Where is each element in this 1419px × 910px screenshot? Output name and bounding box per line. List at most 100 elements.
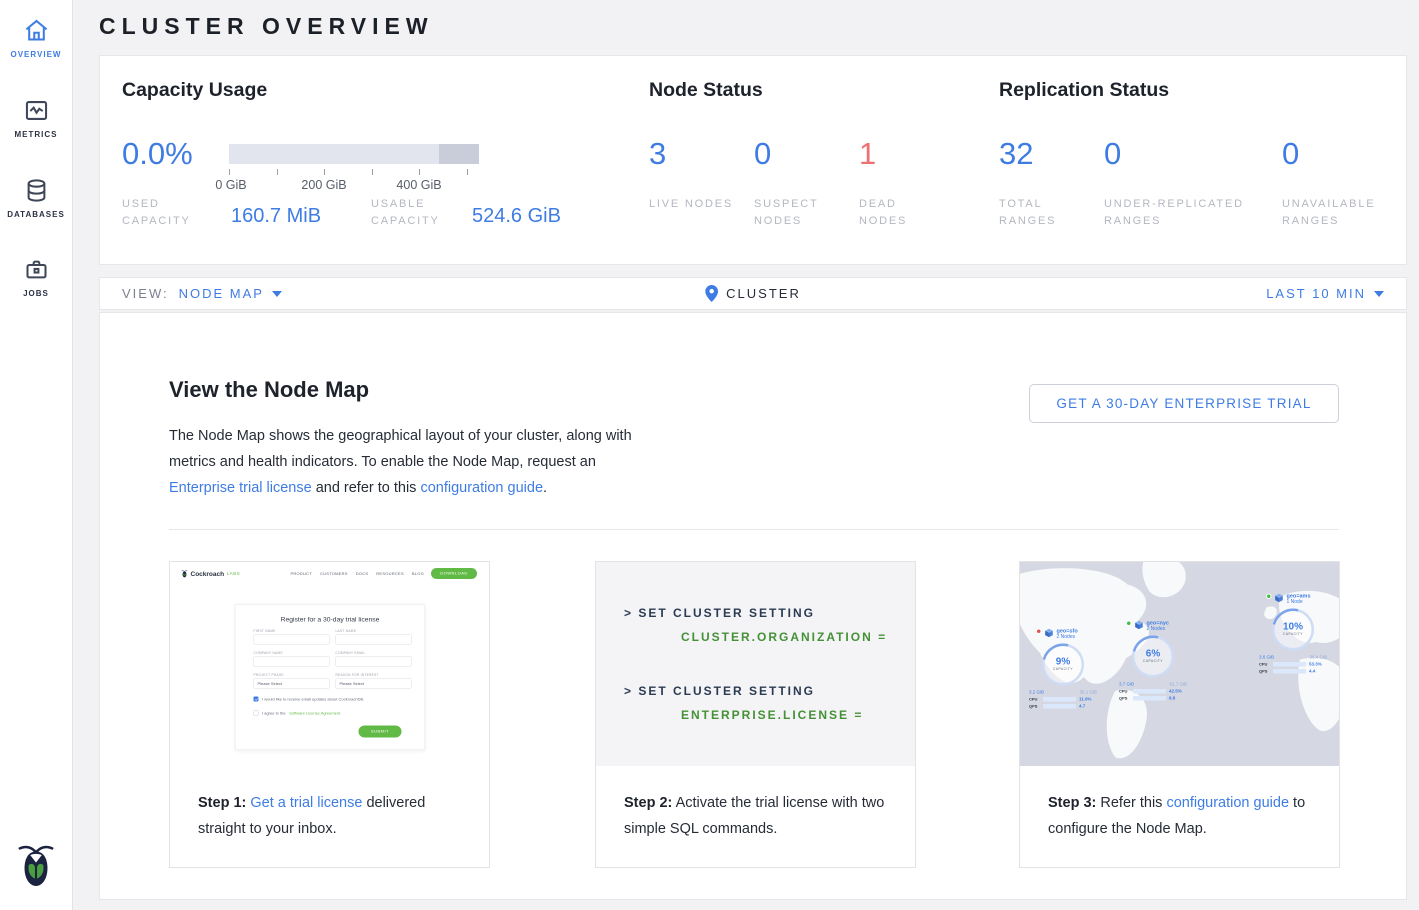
node-status-title: Node Status [649,79,763,102]
node-cube-icon [1044,628,1054,638]
status-dot-green [1266,594,1272,600]
under-replicated-ranges-value: 0 [1104,136,1121,172]
suspect-nodes-label: SUSPECT NODES [754,196,839,230]
usable-capacity-label: USABLE CAPACITY [371,196,456,230]
capacity-percent: 0.0% [122,136,193,172]
description-text: and refer to this [316,480,417,496]
capacity-bar [229,144,479,164]
get-trial-license-link[interactable]: Get a trial license [250,795,362,811]
capacity-usage-title: Capacity Usage [122,79,267,102]
step3-caption: Step 3: Refer this configuration guide t… [1020,766,1339,842]
step2-caption: Step 2: Activate the trial license with … [596,766,915,842]
sidebar-item-jobs[interactable]: JOBS [0,256,72,298]
sql-command: > SET CLUSTER SETTING [624,684,815,698]
status-dot-green [1126,621,1132,627]
node-map-panel: View the Node Map The Node Map shows the… [99,312,1407,900]
screenshot-checkbox-checked [254,697,259,702]
total-ranges-label: TOTAL RANGES [999,196,1084,230]
divider [169,529,1339,530]
view-label: VIEW: [122,286,169,301]
chevron-down-icon [1374,291,1384,297]
dead-nodes-label: DEAD NODES [859,196,944,230]
sidebar-item-metrics[interactable]: METRICS [0,97,72,139]
step1-screenshot: Cockroach LABS PRODUCTCUSTOMERSDOCSRESOU… [170,562,489,766]
capacity-bar-reserved-segment [439,144,479,164]
sql-command-arg: CLUSTER.ORGANIZATION = [681,630,887,644]
nodemap-widget-nyc: geo=nyc 2 Nodes 6% CAPACITY 3.7 GiB 61.7… [1119,620,1194,701]
sql-command: > SET CLUSTER SETTING [624,606,815,620]
step3-map-figure: geo=sfo 2 Nodes 9% CAPACITY 3.2 GiB 35.1… [1020,562,1339,766]
screenshot-download-button: DOWNLOAD [431,568,477,579]
cockroachdb-logo [15,839,57,892]
view-bar: VIEW: NODE MAP CLUSTER LAST 10 MIN [99,277,1407,310]
sidebar-item-label: OVERVIEW [0,50,72,59]
enterprise-trial-button[interactable]: GET A 30-DAY ENTERPRISE TRIAL [1029,384,1339,423]
map-pin-icon [705,285,718,302]
sidebar-item-databases[interactable]: DATABASES [0,177,72,219]
step1-card: Cockroach LABS PRODUCTCUSTOMERSDOCSRESOU… [169,561,490,868]
nodemap-widget-sfo: geo=sfo 2 Nodes 9% CAPACITY 3.2 GiB 35.1… [1029,628,1104,709]
description-text: . [543,480,547,496]
used-capacity-value: 160.7 MiB [231,205,321,228]
capacity-axis-tick: 400 GiB [396,178,441,192]
view-selector-value: NODE MAP [179,286,264,301]
step2-code-figure: > SET CLUSTER SETTING CLUSTER.ORGANIZATI… [596,562,915,766]
live-nodes-label: LIVE NODES [649,196,734,213]
suspect-nodes-value: 0 [754,136,771,172]
screenshot-form-title: Register for a 30-day trial license [236,616,425,624]
qps-sparkline [1133,696,1166,701]
screenshot-nav: PRODUCTCUSTOMERSDOCSRESOURCESBLOG [290,571,424,576]
sidebar-item-overview[interactable]: OVERVIEW [0,17,72,59]
screenshot-logo-suffix: LABS [227,571,241,576]
unavailable-ranges-label: UNAVAILABLE RANGES [1282,196,1402,230]
used-capacity-label: USED CAPACITY [122,196,207,230]
step1-caption: Step 1: Get a trial license delivered st… [170,766,489,842]
capacity-axis-tick: 200 GiB [301,178,346,192]
unavailable-ranges-value: 0 [1282,136,1299,172]
description-text: The Node Map shows the geographical layo… [169,428,632,470]
replication-status-title: Replication Status [999,79,1169,102]
database-icon [23,177,50,204]
chevron-down-icon [272,291,282,297]
cockroach-icon [15,839,57,887]
capacity-gauge: 6% CAPACITY [1132,636,1174,678]
configuration-guide-link[interactable]: configuration guide [420,480,543,496]
page-title: CLUSTER OVERVIEW [99,13,434,40]
sidebar: OVERVIEW METRICS DATABASES JOBS [0,0,73,910]
metrics-icon [23,97,50,124]
node-map-heading: View the Node Map [169,377,369,403]
node-cube-icon [1134,620,1144,630]
capacity-gauge: 10% CAPACITY [1272,609,1314,651]
home-icon [23,17,50,44]
enterprise-trial-license-link[interactable]: Enterprise trial license [169,480,312,496]
cluster-overview-page: OVERVIEW METRICS DATABASES JOBS [0,0,1419,910]
briefcase-icon [23,256,50,283]
qps-sparkline [1273,669,1306,674]
node-cube-icon [1274,593,1284,603]
screenshot-logo-text: Cockroach [191,570,225,578]
screenshot-site-header: Cockroach LABS PRODUCTCUSTOMERSDOCSRESOU… [170,562,489,585]
step2-card: > SET CLUSTER SETTING CLUSTER.ORGANIZATI… [595,561,916,868]
cpu-sparkline [1043,697,1076,702]
nodemap-widget-ams: geo=ams 1 Node 10% CAPACITY 3.6 GiB 36.4… [1259,593,1334,674]
step3-card: geo=sfo 2 Nodes 9% CAPACITY 3.2 GiB 35.1… [1019,561,1340,868]
screenshot-checkbox-unchecked [254,711,259,716]
sidebar-item-label: METRICS [0,130,72,139]
screenshot-submit-button: SUBMIT [359,726,402,738]
usable-capacity-value: 524.6 GiB [472,205,561,228]
capacity-gauge: 9% CAPACITY [1042,644,1084,686]
time-range-value: LAST 10 MIN [1266,286,1366,301]
live-nodes-value: 3 [649,136,666,172]
dead-nodes-value: 1 [859,136,876,172]
time-range-dropdown[interactable]: LAST 10 MIN [1266,286,1384,301]
configuration-guide-link[interactable]: configuration guide [1166,795,1289,811]
capacity-axis-tick: 0 GiB [215,178,246,192]
cpu-sparkline [1273,662,1306,667]
qps-sparkline [1043,704,1076,709]
view-selector-dropdown[interactable]: NODE MAP [179,286,282,301]
screenshot-register-form: Register for a 30-day trial license FIRS… [235,604,425,750]
sql-command-arg: ENTERPRISE.LICENSE = [681,708,863,722]
node-map-description: The Node Map shows the geographical layo… [169,423,654,501]
cockroach-icon [181,569,188,578]
cpu-sparkline [1133,689,1166,694]
